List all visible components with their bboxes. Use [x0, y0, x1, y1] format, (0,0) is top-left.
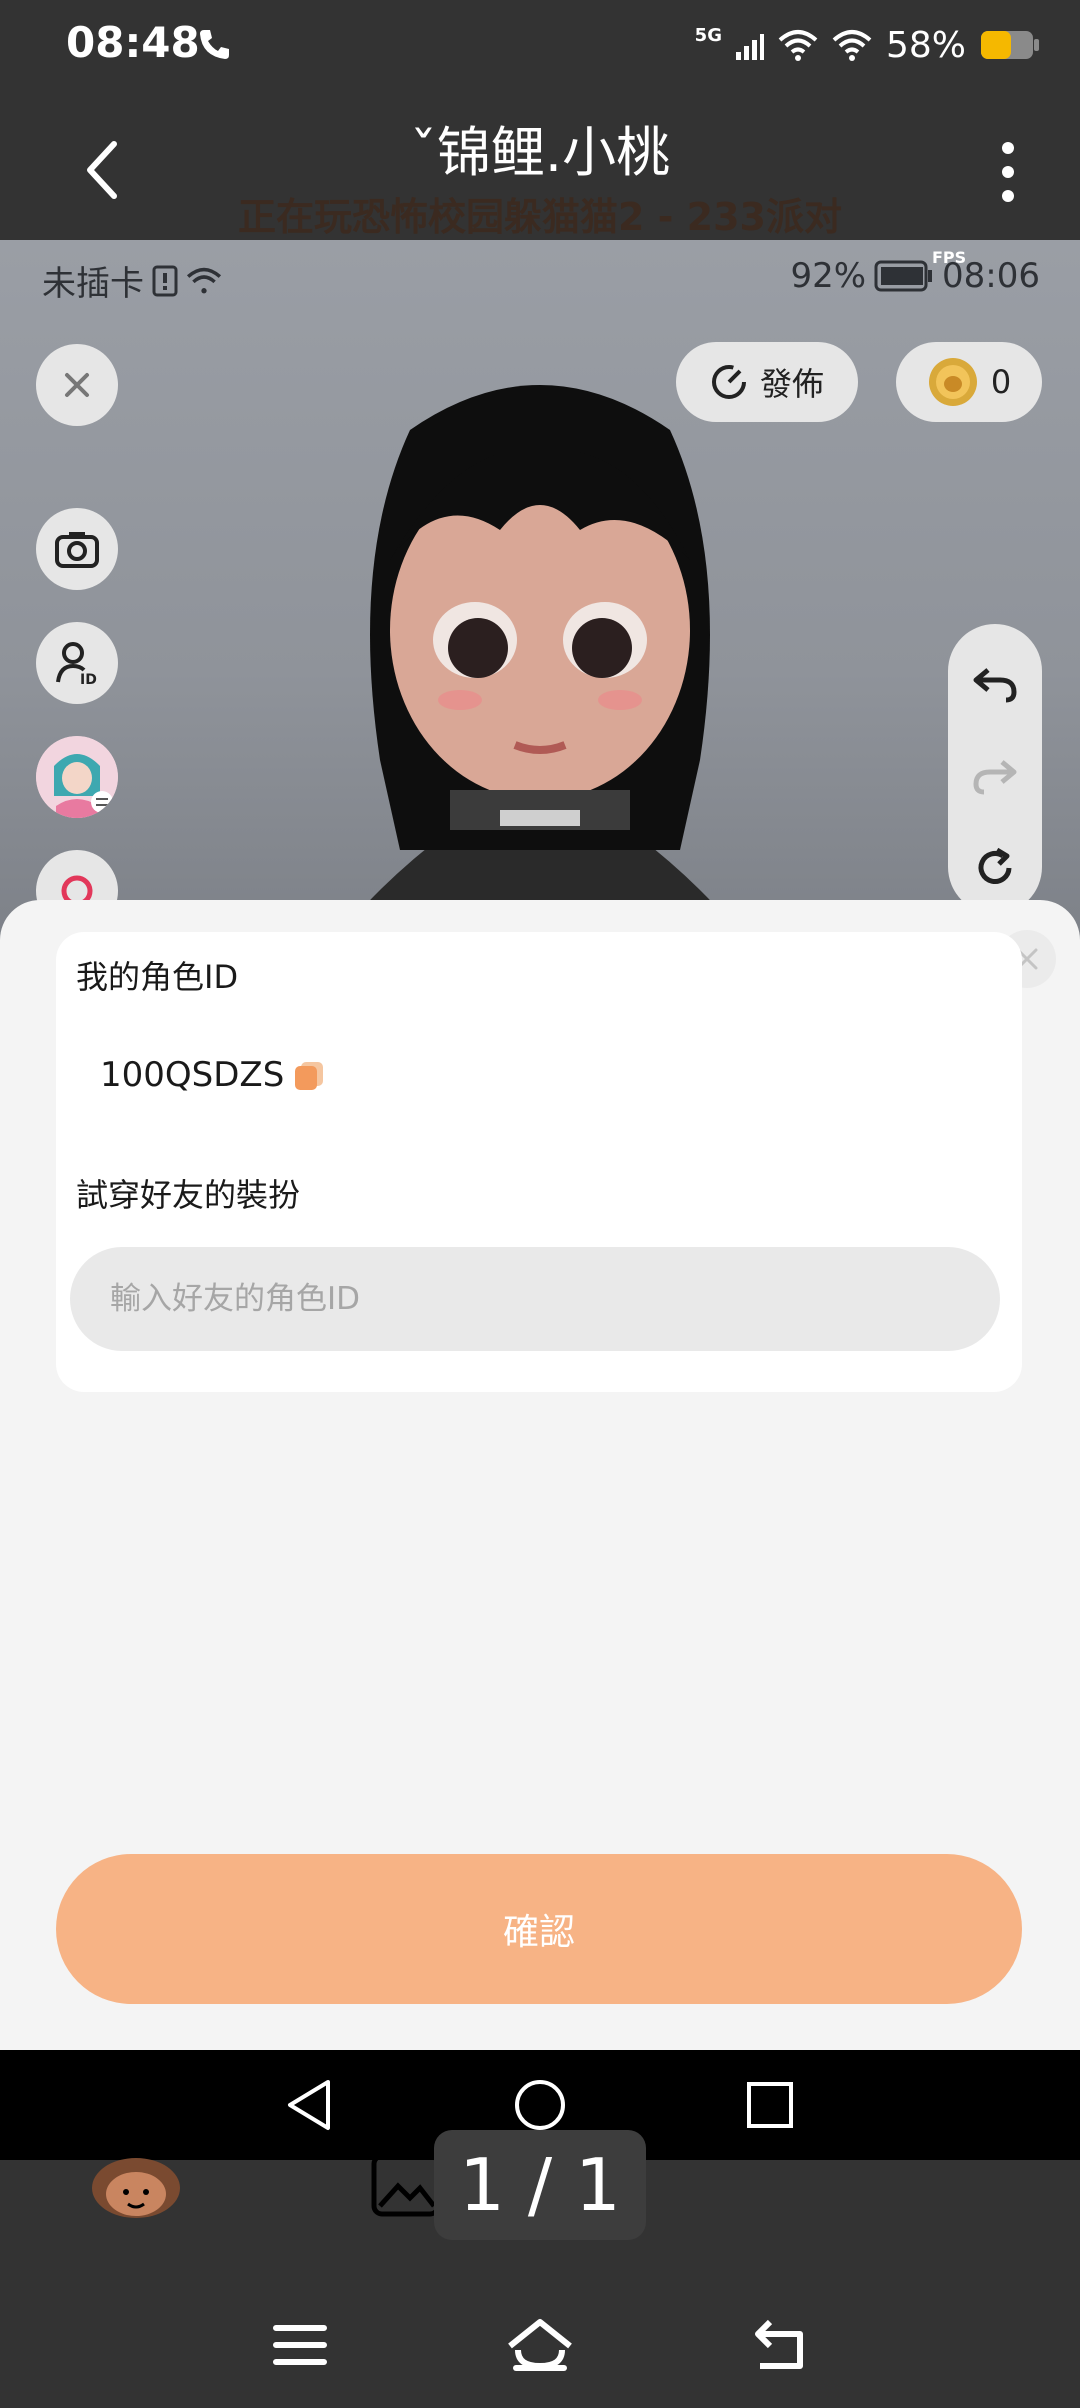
- publish-button[interactable]: 發佈: [676, 342, 858, 422]
- home-icon[interactable]: [506, 2316, 574, 2374]
- avatar-character-scene: [320, 385, 760, 960]
- close-icon: [65, 373, 89, 397]
- history-toolbar: [948, 624, 1042, 914]
- redo-icon[interactable]: [972, 756, 1018, 796]
- inner-battery-icon: [874, 260, 933, 292]
- battery-icon: [981, 31, 1039, 59]
- inner-carrier: 未插卡: [42, 264, 144, 304]
- more-options-icon[interactable]: [996, 140, 1020, 204]
- svg-text:ID: ID: [80, 672, 97, 686]
- header-subtitle: 正在玩恐怖校园躲猫猫2 - 233派对: [238, 195, 842, 239]
- outer-nav-bar: [0, 2290, 1080, 2408]
- signal-icon: [735, 34, 764, 60]
- my-role-id-label: 我的角色ID: [76, 958, 239, 996]
- phone-call-icon: [200, 30, 229, 59]
- nav-back-icon[interactable]: [284, 2078, 334, 2132]
- switch-avatar-button[interactable]: [36, 736, 118, 818]
- my-role-id-value: 100QSDZS: [100, 1055, 326, 1095]
- close-editor-button[interactable]: [36, 344, 118, 426]
- header-title: ˇ锦鲤.小桃: [409, 121, 671, 184]
- game-scene: 未插卡 92% 08:06 FPS 發佈 0 ID: [0, 240, 1080, 960]
- friend-role-id-input[interactable]: [70, 1247, 1000, 1351]
- back-icon[interactable]: [752, 2318, 812, 2372]
- confirm-button[interactable]: 確認: [56, 1854, 1022, 2004]
- reset-icon[interactable]: [973, 846, 1017, 890]
- wifi-icon: [832, 30, 872, 61]
- menu-icon[interactable]: [272, 2322, 328, 2368]
- camera-button[interactable]: [36, 508, 118, 590]
- sim-icon: [152, 265, 178, 296]
- gallery-icon[interactable]: [370, 2152, 442, 2218]
- inner-battery-percent: 92%: [790, 256, 867, 296]
- status-bar: 08:48 5G 58%: [0, 0, 1080, 90]
- inner-status-left: 未插卡: [42, 256, 222, 305]
- publish-label: 發佈: [759, 365, 824, 403]
- status-time: 08:48: [66, 18, 200, 67]
- inner-wifi-icon: [186, 267, 222, 293]
- role-id-text: 100QSDZS: [100, 1055, 285, 1095]
- nav-home-icon[interactable]: [513, 2078, 567, 2132]
- undo-icon[interactable]: [972, 664, 1018, 704]
- coin-balance-button[interactable]: 0: [896, 342, 1042, 422]
- person-id-icon: ID: [56, 642, 97, 686]
- camera-icon: [55, 532, 99, 568]
- wifi-icon: [778, 30, 818, 61]
- avatar-thumbnail-icon: [36, 736, 118, 818]
- battery-percent: 58%: [885, 24, 966, 66]
- nav-recents-icon[interactable]: [745, 2080, 795, 2130]
- copy-icon[interactable]: [292, 1058, 326, 1092]
- coin-count: 0: [990, 363, 1012, 401]
- shared-screenshot: 未插卡 92% 08:06 FPS 發佈 0 ID 我的角色ID 100QSDZ…: [0, 240, 1080, 2160]
- sticker-avatar-icon[interactable]: [88, 2148, 184, 2218]
- publish-icon: [711, 365, 746, 399]
- try-on-friend-label: 試穿好友的裝扮: [76, 1176, 301, 1214]
- page-indicator: 1 / 1: [434, 2130, 646, 2240]
- status-indicators: 5G 58%: [695, 20, 1040, 70]
- role-id-button[interactable]: ID: [36, 622, 118, 704]
- coin-icon: [928, 358, 977, 406]
- network-type: 5G: [694, 24, 722, 46]
- fps-label: FPS: [932, 248, 967, 267]
- inner-status-right: 92% 08:06: [790, 256, 1040, 296]
